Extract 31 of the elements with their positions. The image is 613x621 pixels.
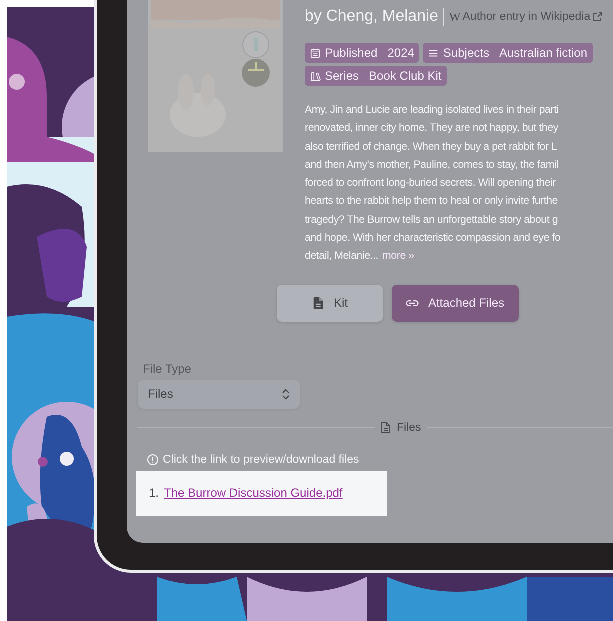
- external-link-icon: [592, 12, 603, 22]
- books-icon: [310, 70, 321, 82]
- info-icon: [147, 454, 159, 466]
- field-label: File Type: [142, 362, 192, 376]
- calendar-icon: [310, 48, 321, 58]
- file-item: 1. The Burrow Discussion Guide.pdf: [136, 470, 387, 516]
- document-icon: [312, 296, 325, 310]
- chevron-icon: [282, 388, 290, 400]
- metadata-tag[interactable]: Series Book Club Kit: [305, 66, 447, 86]
- description-line: hearts to the rabbit help them to heal or only invite furthe: [305, 194, 559, 210]
- description-line: renovated, inner city home. They are not happy, but they: [305, 121, 560, 136]
- metadata-tag[interactable]: Published 2024: [305, 43, 420, 63]
- description-line: forced to confront long-buried secrets. Will opening their: [305, 176, 558, 192]
- description-line: Amy, Jin and Lucie are leading isolated lives in their parti: [305, 103, 560, 118]
- section-heading: Files: [397, 422, 422, 434]
- list-icon: [428, 48, 440, 58]
- tab[interactable]: Attached Files: [392, 284, 519, 322]
- document-icon: [381, 422, 391, 434]
- author-name: by Cheng, Melanie: [305, 8, 438, 26]
- description-line: also terrified of change. When they buy a pet rabbit for L: [305, 140, 558, 155]
- more-link[interactable]: more »: [382, 247, 414, 266]
- file-link[interactable]: The Burrow Discussion Guide.pdf: [164, 486, 343, 500]
- metadata-tag[interactable]: Subjects Australian fiction: [423, 43, 592, 63]
- description-line: and hope. With her characteristic compassion and eye fo: [305, 231, 562, 246]
- description-line: detail, Melanie...: [305, 249, 379, 264]
- description-line: tragedy? The Burrow tells an unforgettable story about g: [305, 212, 560, 228]
- hint-text: Click the link to preview/download files: [163, 454, 360, 466]
- tab[interactable]: Kit: [277, 284, 383, 322]
- author-link[interactable]: W Author entry in Wikipedia: [449, 10, 603, 24]
- description-line: and then Amy's mother, Pauline, comes to stay, the famil: [305, 158, 560, 173]
- file-type-select[interactable]: Files: [138, 380, 300, 409]
